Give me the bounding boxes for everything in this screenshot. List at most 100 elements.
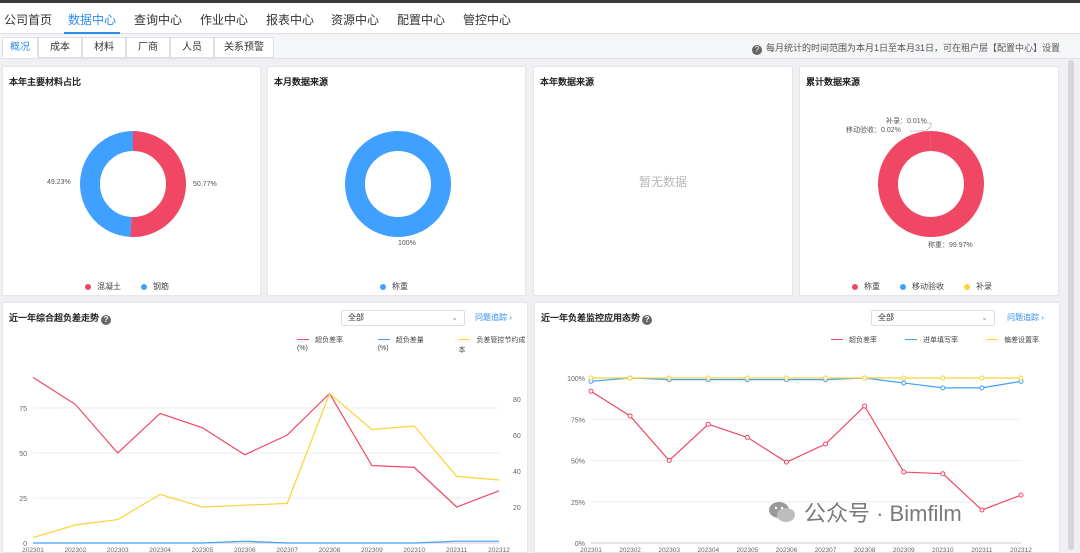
x-tick-label: 202307 [276,547,298,553]
donut-chart-cumulative-source [878,122,984,237]
label-leader-line [910,126,931,132]
pie-slice-weighing[interactable] [878,131,984,237]
nav-item-data-center[interactable]: 数据中心 [68,11,116,28]
data-point[interactable] [588,375,594,381]
nav-item-company-home[interactable]: 公司首页 [4,11,52,28]
legend-item-steel[interactable]: 钢筋 [141,281,169,292]
notice-text: 每月统计的时间范围为本月1日至本月31日，可在租户层【配置中心】设置 [765,43,1060,53]
y-tick-label: 75 [19,406,27,413]
data-point[interactable] [823,375,829,381]
label-weighing-pct: 100% [398,240,416,247]
series-line-0[interactable] [590,390,1022,511]
legend-item-supplement[interactable]: 补录 [964,281,992,292]
legend-item-concrete[interactable]: 混凝土 [85,281,121,292]
x-tick-label: 202310 [932,547,954,553]
no-data-text: 暂无数据 [638,174,687,189]
legend: 混凝土 钢筋 [85,281,169,292]
y-tick-label: 25% [571,500,585,507]
y2-tick-label: 80 [513,397,521,404]
data-point[interactable] [666,375,672,381]
y2-tick-label: 60 [513,433,521,440]
nav-active-indicator [64,32,120,34]
series-line-0[interactable] [32,376,500,508]
legend-label: 钢筋 [153,282,169,291]
data-point[interactable] [862,403,868,409]
watermark-text: 公众号 · Bimfilm [804,501,962,526]
x-tick-label: 202301 [22,547,44,553]
label-weighing-pct: 称重：99.97% [928,242,973,249]
line-chart-deviation-trend: 025507520406080202301 202302 202303 202304 2… [19,376,521,553]
y-tick-label: 100% [567,376,585,383]
card-material-share: 本年主要材料占比 49.23% 50.77% 混凝土 钢筋 [2,66,261,296]
data-point[interactable] [940,471,946,477]
data-point[interactable] [1018,492,1024,498]
card-cumulative-source: 累计数据来源 补录：0.01% 移动验收：0.02% 称重：99.97% 称重 … [799,66,1059,296]
legend-item-weighing[interactable]: 称重 [852,281,880,292]
data-point[interactable] [979,375,985,381]
legend-dot [380,283,386,290]
nav-item-control-center[interactable]: 管控中心 [463,11,511,28]
series-line-2[interactable] [32,392,500,539]
data-point[interactable] [940,385,946,391]
legend-label: 补录 [976,282,992,291]
data-point[interactable] [783,459,789,465]
tab-vendor[interactable]: 厂商 [126,37,170,58]
legend-item-weighing[interactable]: 称重 [380,281,408,292]
legend-label: 称重 [864,282,880,291]
data-point[interactable] [744,375,750,381]
tab-overview[interactable]: 概况 [2,37,38,58]
data-point[interactable] [588,388,594,394]
x-tick-label: 202304 [149,547,171,553]
data-point[interactable] [1018,375,1024,381]
nav-item-report-center[interactable]: 报表中心 [266,11,314,28]
data-point[interactable] [862,375,868,381]
sub-tab-bar: 概况 成本 材料 厂商 人员 关系预警 ? 每月统计的时间范围为本月1日至本月31… [0,35,1080,59]
data-point[interactable] [901,380,907,386]
x-tick-label: 202302 [619,547,641,553]
data-point[interactable] [627,413,633,419]
x-tick-label: 202311 [446,547,468,553]
label-mobile-acceptance-pct: 移动验收：0.02% [846,127,901,134]
legend-dot [900,283,906,290]
data-point[interactable] [783,375,789,381]
data-point[interactable] [705,375,711,381]
x-tick-label: 202305 [737,547,759,553]
legend-item-mobile-acceptance[interactable]: 移动验收 [900,281,944,292]
x-tick-label: 202312 [488,547,510,553]
data-point[interactable] [979,507,985,513]
y-tick-label: 25 [19,496,27,503]
data-point[interactable] [901,469,907,475]
nav-item-work-center[interactable]: 作业中心 [200,11,248,28]
donut-chart-material [80,131,186,237]
y2-tick-label: 20 [513,505,521,512]
data-point[interactable] [744,434,750,440]
pie-slice-concrete[interactable] [130,131,186,237]
data-point[interactable] [979,385,985,391]
data-point[interactable] [823,441,829,447]
x-tick-label: 202308 [854,547,876,553]
nav-item-config-center[interactable]: 配置中心 [397,11,445,28]
question-icon: ? [751,45,762,55]
y-tick-label: 50% [571,459,585,466]
card-year-source: 本年数据来源 暂无数据 [533,66,793,296]
series-line-1[interactable] [590,377,1022,389]
data-point[interactable] [901,375,907,381]
scrollbar-thumb[interactable] [1068,60,1074,550]
x-tick-label: 202311 [971,547,993,553]
legend-label: 移动验收 [912,282,944,291]
data-point[interactable] [627,375,633,381]
stat-range-notice: ? 每月统计的时间范围为本月1日至本月31日，可在租户层【配置中心】设置 [751,41,1060,55]
tab-cost[interactable]: 成本 [38,37,82,58]
data-point[interactable] [666,458,672,463]
top-nav-bar: 公司首页 数据中心 查询中心 作业中心 报表中心 资源中心 配置中心 管控中心 [0,0,1080,34]
tab-personnel[interactable]: 人员 [170,37,214,58]
data-point[interactable] [940,375,946,381]
nav-item-resource-center[interactable]: 资源中心 [331,11,379,28]
pie-slice-weighing[interactable] [345,131,451,237]
data-point[interactable] [705,421,711,427]
pie-slice-steel[interactable] [80,131,134,237]
tab-material[interactable]: 材料 [82,37,126,58]
page-scrollbar[interactable] [1068,60,1074,553]
nav-item-query-center[interactable]: 查询中心 [134,11,182,28]
tab-relation-warning[interactable]: 关系预警 [214,37,274,58]
